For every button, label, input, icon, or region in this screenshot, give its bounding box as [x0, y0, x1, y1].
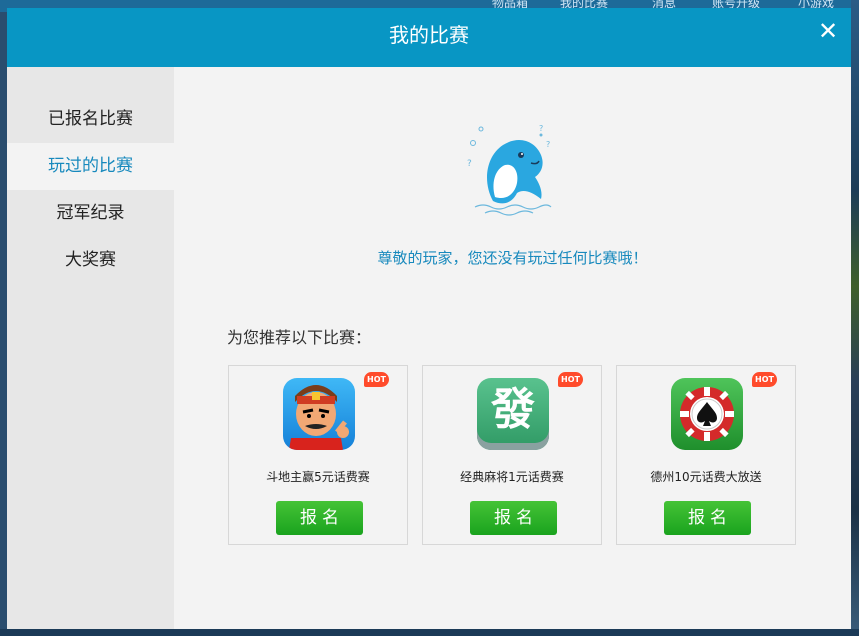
poker-chip-icon[interactable]: [671, 378, 743, 450]
dialog-title: 我的比赛: [389, 23, 469, 47]
svg-text:?: ?: [546, 140, 550, 149]
recommended-match-card: HOT 斗地主赢5元话费赛 报名: [228, 365, 408, 545]
dolphin-mascot-icon: ? ? ?: [467, 124, 552, 216]
sidebar: 已报名比赛 玩过的比赛 冠军纪录 大奖赛: [7, 67, 174, 629]
signup-button[interactable]: 报名: [664, 501, 751, 535]
match-name: 斗地主赢5元话费赛: [266, 470, 370, 484]
main-content: ? ? ? 尊敬的玩家，您还没有玩过任何比赛哦！ 为您推荐以下比赛： HOT 斗…: [174, 67, 851, 629]
recommended-match-card: 發 HOT 经典麻将1元话费赛 报名: [422, 365, 602, 545]
match-name: 德州10元话费大放送: [650, 470, 762, 484]
doudizhu-landlord-icon[interactable]: [283, 378, 355, 450]
close-icon[interactable]: ✕: [817, 19, 839, 43]
my-matches-dialog: 我的比赛 ✕ 已报名比赛 玩过的比赛 冠军纪录 大奖赛 ? ? ? 尊敬的玩家，…: [7, 8, 851, 629]
sidebar-item-played-matches[interactable]: 玩过的比赛: [7, 143, 174, 190]
sidebar-item-grand-prix[interactable]: 大奖赛: [7, 237, 174, 284]
background-nav: 物品箱 我的比赛 消息 账号升级 小游戏: [0, 0, 859, 10]
sidebar-item-champion-records[interactable]: 冠军纪录: [7, 190, 174, 237]
background-app-side: [851, 0, 859, 636]
sidebar-item-registered-matches[interactable]: 已报名比赛: [7, 96, 174, 143]
dialog-header: 我的比赛 ✕: [7, 8, 851, 67]
svg-text:?: ?: [539, 124, 543, 133]
mahjong-fa-tile-icon[interactable]: 發: [477, 378, 549, 450]
signup-button[interactable]: 报名: [470, 501, 557, 535]
hot-badge: HOT: [558, 372, 583, 387]
empty-state-message: 尊敬的玩家，您还没有玩过任何比赛哦！: [377, 249, 648, 267]
recommended-match-card: HOT 德州10元话费大放送 报名: [616, 365, 796, 545]
match-name: 经典麻将1元话费赛: [460, 470, 564, 484]
hot-badge: HOT: [364, 372, 389, 387]
hot-badge: HOT: [752, 372, 777, 387]
mahjong-glyph: 發: [491, 384, 535, 435]
recommend-label: 为您推荐以下比赛：: [227, 328, 372, 347]
signup-button[interactable]: 报名: [276, 501, 363, 535]
svg-text:?: ?: [467, 159, 472, 169]
background-app-bottom: [0, 629, 859, 636]
